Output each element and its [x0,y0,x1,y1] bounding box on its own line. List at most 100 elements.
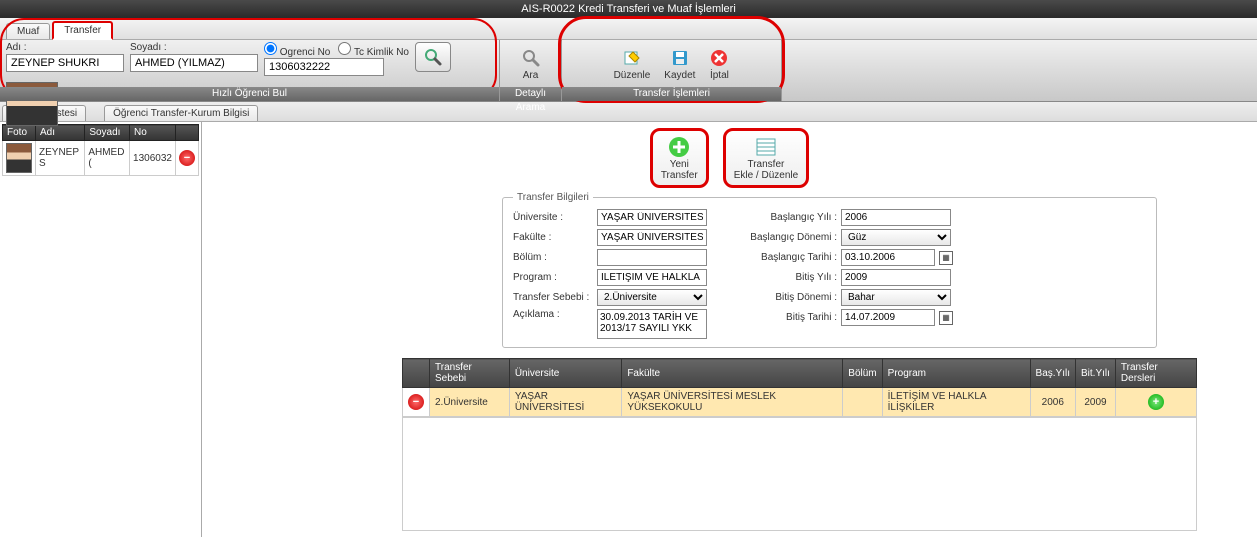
detailed-search-label: Detaylı Arama [500,87,561,101]
sebep-label: Transfer Sebebi : [513,292,593,303]
grid-empty-area [402,417,1197,531]
transfer-ekle-button[interactable]: Transfer Ekle / Düzenle [723,128,809,188]
quick-search-section: Adı : Soyadı : Ogrenci No Tc Kimlik No [0,40,500,101]
ogrenci-no-input[interactable] [264,58,384,76]
bas-yili-input[interactable] [841,209,951,226]
gcol-sebep[interactable]: Transfer Sebebi [430,359,510,388]
tc-kimlik-radio-label[interactable]: Tc Kimlik No [338,42,409,58]
grid-add-dersler-button[interactable]: + [1148,394,1164,410]
duzenle-button[interactable]: Düzenle [610,46,655,83]
bit-yili-input[interactable] [841,269,951,286]
bas-donemi-label: Başlangıç Dönemi : [737,232,837,243]
gcol-bityil[interactable]: Bit.Yılı [1076,359,1116,388]
universite-label: Üniversite : [513,212,593,223]
bolum-label: Bölüm : [513,252,593,263]
bit-donemi-label: Bitiş Dönemi : [737,292,837,303]
grow-sebep: 2.Üniversite [430,388,510,417]
gcol-basyil[interactable]: Baş.Yılı [1030,359,1075,388]
calendar-icon[interactable]: ▦ [939,251,953,265]
program-label: Program : [513,272,593,283]
soyadi-input[interactable] [130,54,258,72]
program-input[interactable] [597,269,707,286]
gcol-program[interactable]: Program [882,359,1030,388]
main-tabbar: Muaf Transfer [0,18,1257,40]
grow-basyil: 2006 [1030,388,1075,417]
student-row[interactable]: ZEYNEP S AHMED ( 1306032 − [3,141,199,176]
student-row-soyadi: AHMED ( [85,141,130,176]
window-title: AIS-R0022 Kredi Transferi ve Muaf İşleml… [0,0,1257,18]
grow-program: İLETİŞİM VE HALKLA İLİŞKİLER [882,388,1030,417]
yeni-transfer-label: Yeni Transfer [661,159,698,181]
plus-circle-icon [667,135,691,159]
iptal-label: İptal [710,70,729,81]
fakulte-input[interactable] [597,229,707,246]
bas-donemi-select[interactable]: Güz [841,229,951,246]
gcol-bolum[interactable]: Bölüm [843,359,882,388]
kaydet-button[interactable]: Kaydet [660,46,699,83]
transfer-ops-section: Düzenle Kaydet İptal Transfer İşlemleri [562,40,782,101]
grow-bolum [843,388,882,417]
edit-icon [622,48,642,68]
bolum-input[interactable] [597,249,707,266]
detailed-search-section: Ara Detaylı Arama [500,40,562,101]
fakulte-label: Fakülte : [513,232,593,243]
bas-tarih-input[interactable] [841,249,935,266]
save-icon [670,48,690,68]
bas-yili-label: Başlangıç Yılı : [737,212,837,223]
main-area: Foto Adı Soyadı No ZEYNEP S AHMED ( 1306… [0,122,1257,537]
student-row-photo [6,143,32,173]
tab-muaf[interactable]: Muaf [6,23,50,39]
universite-input[interactable] [597,209,707,226]
yeni-transfer-button[interactable]: Yeni Transfer [650,128,709,188]
grid-delete-button[interactable]: − [408,394,424,410]
grid-row[interactable]: − 2.Üniversite YAŞAR ÜNİVERSİTESİ YAŞAR … [403,388,1197,417]
tab-transfer[interactable]: Transfer [52,21,113,40]
ogrenci-no-radio[interactable] [264,42,277,55]
sebep-select[interactable]: 2.Üniversite [597,289,707,306]
ogrenci-no-radio-label[interactable]: Ogrenci No [264,42,330,58]
kaydet-label: Kaydet [664,70,695,81]
adi-label: Adı : [6,42,124,53]
bit-tarih-label: Bitiş Tarihi : [737,312,837,323]
magnifier-icon [423,47,443,67]
detailed-search-button[interactable]: Ara [517,46,545,83]
aciklama-label: Açıklama : [513,309,593,320]
gcol-fak[interactable]: Fakülte [622,359,843,388]
magnifier-icon [521,48,541,68]
quick-search-button[interactable] [415,42,451,72]
aciklama-input[interactable]: 30.09.2013 TARİH VE 2013/17 SAYILI YKK [597,309,707,339]
remove-student-button[interactable]: − [179,150,195,166]
gcol-uni[interactable]: Üniversite [509,359,622,388]
grow-fak: YAŞAR ÜNİVERSİTESİ MESLEK YÜKSEKOKULU [622,388,843,417]
student-list-panel: Foto Adı Soyadı No ZEYNEP S AHMED ( 1306… [0,122,202,537]
iptal-button[interactable]: İptal [705,46,733,83]
transfer-form: Transfer Bilgileri Üniversite : Fakülte … [502,192,1157,348]
transfer-panel: Yeni Transfer Transfer Ekle / Düzenle Tr… [202,122,1257,537]
gcol-dersler[interactable]: Transfer Dersleri [1115,359,1196,388]
transfer-ops-label: Transfer İşlemleri [562,87,781,101]
cancel-icon [709,48,729,68]
ogrenci-no-text: Ogrenci No [280,47,331,58]
calendar-icon[interactable]: ▦ [939,311,953,325]
tc-kimlik-radio[interactable] [338,42,351,55]
transfer-ekle-label: Transfer Ekle / Düzenle [734,159,798,181]
transfer-grid: Transfer Sebebi Üniversite Fakülte Bölüm… [402,358,1197,417]
tc-kimlik-text: Tc Kimlik No [354,47,409,58]
gcol-action [403,359,430,388]
grow-uni: YAŞAR ÜNİVERSİTESİ [509,388,622,417]
bit-yili-label: Bitiş Yılı : [737,272,837,283]
grow-bityil: 2009 [1076,388,1116,417]
soyadi-label: Soyadı : [130,42,258,53]
list-icon [754,135,778,159]
bit-tarih-input[interactable] [841,309,935,326]
bas-tarih-label: Başlangıç Tarihi : [737,252,837,263]
bit-donemi-select[interactable]: Bahar [841,289,951,306]
student-row-adi: ZEYNEP S [36,141,85,176]
ara-label: Ara [523,70,539,81]
toolbar-spacer [782,40,1257,101]
student-row-no: 1306032 [130,141,176,176]
duzenle-label: Düzenle [614,70,651,81]
toolbar: Adı : Soyadı : Ogrenci No Tc Kimlik No [0,40,1257,102]
adi-input[interactable] [6,54,124,72]
transfer-form-legend: Transfer Bilgileri [513,192,593,203]
